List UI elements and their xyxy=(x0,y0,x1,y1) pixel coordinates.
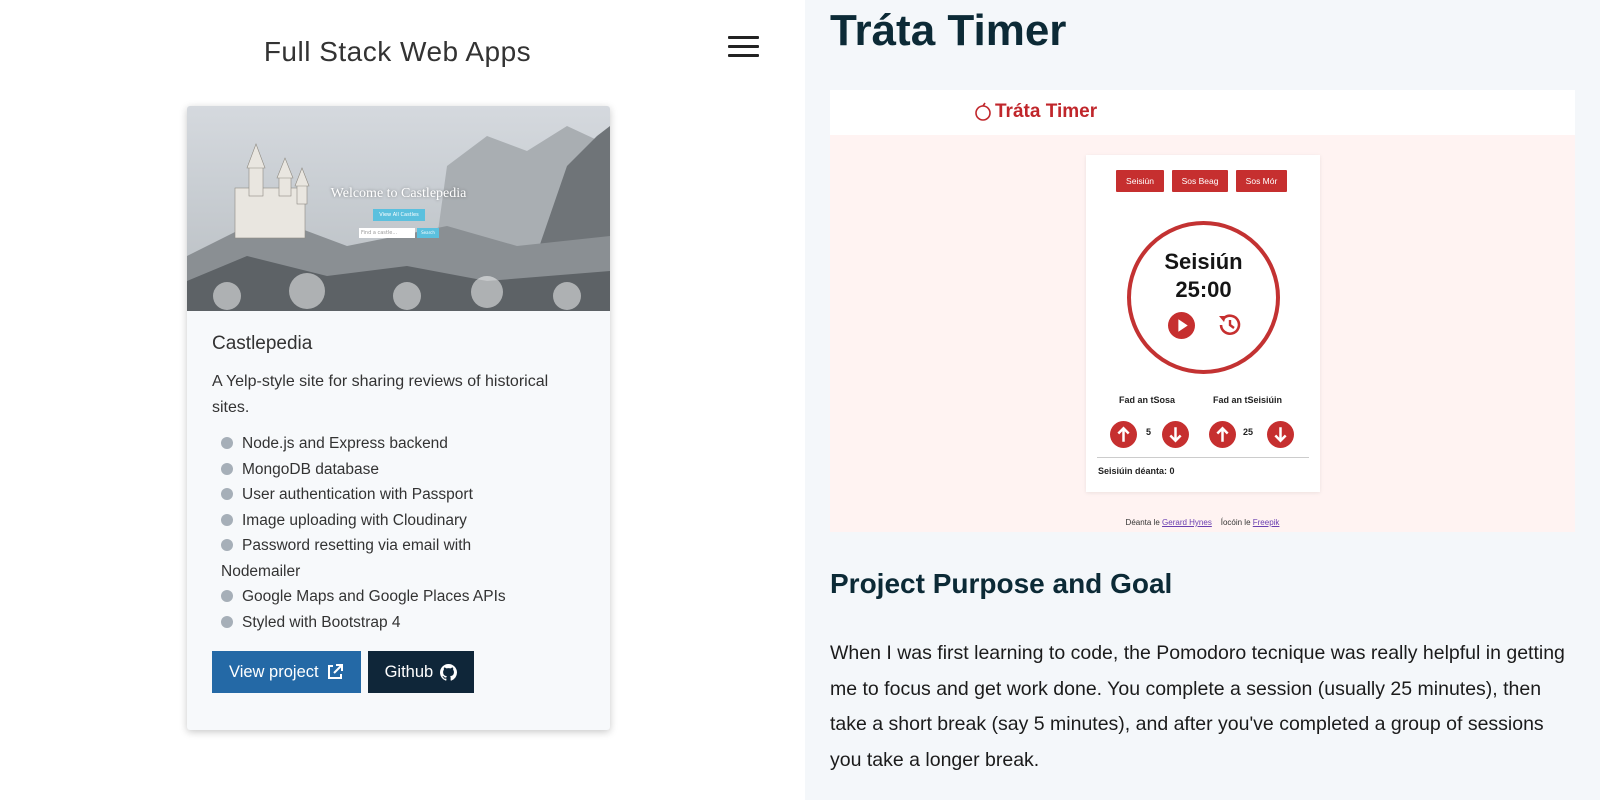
arrow-down-icon xyxy=(1162,421,1189,448)
freepik-link: Freepik xyxy=(1252,518,1280,527)
timer-ring: Seisiún 25:00 xyxy=(1127,221,1280,374)
castlepedia-search-input: Find a castle... xyxy=(359,228,415,238)
bullet-icon xyxy=(221,437,233,449)
github-button[interactable]: Github xyxy=(367,651,475,693)
sessions-done-label: Seisiúin déanta: 0 xyxy=(1098,466,1175,476)
screenshot-credits: Déanta le Gerard Hynes Íocóin le Freepik xyxy=(1125,518,1280,527)
list-item: Image uploading with Cloudinary xyxy=(221,508,585,534)
list-item: Password resetting via email with Nodema… xyxy=(221,537,472,580)
external-link-icon xyxy=(327,664,343,679)
card-body: Castlepedia A Yelp-style site for sharin… xyxy=(187,311,610,693)
project-title: Tráta Timer xyxy=(830,6,1067,55)
timer-time: 25:00 xyxy=(1175,277,1232,302)
bullet-icon xyxy=(221,539,233,551)
castlepedia-view-castles-button: View All Castles xyxy=(373,209,425,221)
bullet-icon xyxy=(221,513,233,526)
castlepedia-search-button: Search xyxy=(417,228,439,238)
site-title: Full Stack Web Apps xyxy=(263,36,532,67)
divider xyxy=(1097,457,1309,458)
section-heading: Project Purpose and Goal xyxy=(830,568,1173,599)
trata-timer-screenshot: Tráta Timer Seisiún Sos Beag Sos Mór Sei… xyxy=(830,90,1575,532)
bullet-icon xyxy=(221,590,233,602)
author-link: Gerard Hynes xyxy=(1162,518,1212,527)
bullet-icon xyxy=(221,462,233,475)
list-item: Node.js and Express backend xyxy=(221,431,585,457)
bullet-icon xyxy=(221,615,233,628)
castlepedia-hero-heading: Welcome to Castlepedia xyxy=(330,186,467,201)
mode-button-session: Seisiún xyxy=(1116,170,1164,192)
arrow-down-icon xyxy=(1267,421,1294,448)
hamburger-menu-icon[interactable] xyxy=(728,36,759,60)
github-icon xyxy=(440,663,458,681)
feature-list: Node.js and Express backend MongoDB data… xyxy=(212,431,585,635)
session-length-label: Fad an tSeisiúin xyxy=(1213,395,1283,405)
section-paragraph: When I was first learning to code, the P… xyxy=(830,642,1565,771)
timer-card: Seisiún Sos Beag Sos Mór Seisiún 25:00 F… xyxy=(1086,155,1320,492)
view-project-label: View project xyxy=(229,663,319,681)
card-title: Castlepedia xyxy=(212,333,313,354)
mode-button-long-break: Sos Mór xyxy=(1236,170,1287,192)
break-length-label: Fad an tSosa xyxy=(1119,395,1176,405)
session-length-value: 25 xyxy=(1243,427,1254,437)
list-item: Styled with Bootstrap 4 xyxy=(221,610,585,636)
break-length-value: 5 xyxy=(1146,427,1152,437)
card-buttons: View project Github xyxy=(212,651,585,693)
list-item: Google Maps and Google Places APIs xyxy=(221,584,585,610)
bullet-icon xyxy=(221,488,233,500)
play-icon xyxy=(1168,312,1195,339)
card-description: A Yelp-style site for sharing reviews of… xyxy=(212,373,549,416)
screenshot-header: Tráta Timer xyxy=(830,90,1575,135)
left-pane: Full Stack Web Apps Welcome to Castleped… xyxy=(0,0,805,800)
reset-icon xyxy=(1219,314,1241,335)
screenshot-logo: Tráta Timer xyxy=(995,101,1098,122)
mode-button-short-break: Sos Beag xyxy=(1172,170,1228,192)
castlepedia-screenshot: Welcome to Castlepedia View All Castles … xyxy=(187,106,610,311)
list-item: User authentication with Passport xyxy=(221,482,585,508)
right-pane: Tráta Timer Tráta Timer Seisiún Sos Beag… xyxy=(805,0,1600,800)
github-label: Github xyxy=(384,663,434,681)
list-item: MongoDB database xyxy=(221,457,585,483)
timer-mode-label: Seisiún xyxy=(1164,249,1243,274)
arrow-up-icon xyxy=(1209,421,1236,448)
view-project-button[interactable]: View project xyxy=(212,651,361,693)
project-card: Welcome to Castlepedia View All Castles … xyxy=(187,106,610,730)
arrow-up-icon xyxy=(1110,421,1137,448)
tomato-icon xyxy=(975,102,991,121)
